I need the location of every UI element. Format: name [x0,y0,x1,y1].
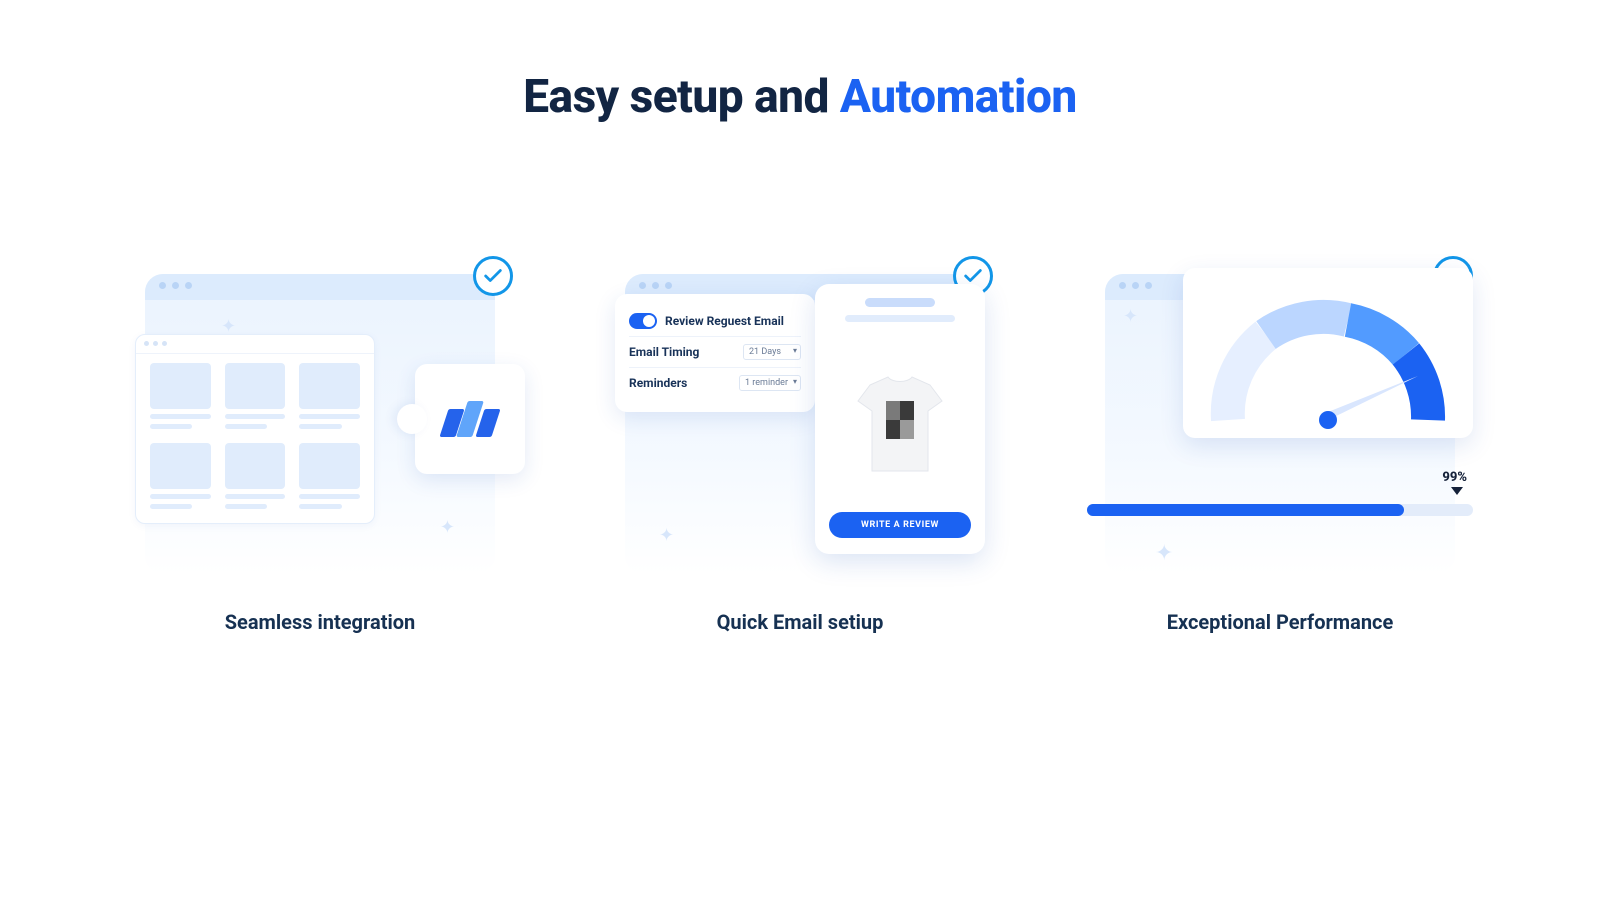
window-dots [1119,282,1152,289]
reminders-select[interactable]: 1 reminder [739,375,801,391]
window-dots [639,282,672,289]
card-seamless-integration: ✦ ✦ [135,274,505,634]
email-product-image [829,340,971,512]
headline-accent: Automation [840,70,1077,124]
write-review-button[interactable]: WRITE A REVIEW [829,512,971,538]
page-headline: Easy setup and Automation [523,70,1077,124]
headline-prefix: Easy setup and [523,70,840,124]
progress-bar: 99% [1087,494,1473,544]
card-title-integration: Seamless integration [225,610,416,634]
store-grid-window [135,334,375,524]
progress-fill [1087,504,1404,516]
setting-row-timing: Email Timing 21 Days [629,337,801,368]
card-title-email: Quick Email setiup [717,610,884,634]
email-timing-label: Email Timing [629,345,699,359]
checkmark-icon [473,256,513,296]
card-title-performance: Exceptional Performance [1167,610,1394,634]
page: Easy setup and Automation ✦ ✦ [0,0,1600,900]
integration-illustration: ✦ ✦ [145,274,495,574]
plugin-puzzle-piece [415,364,525,474]
feature-cards-row: ✦ ✦ [135,274,1465,634]
email-illustration: ✦ Review Reguest Email Email Timing 21 D [625,274,975,574]
email-preview-heading [865,298,935,307]
email-preview-subheading [845,315,955,322]
review-request-toggle-label: Review Reguest Email [665,314,784,328]
gauge-icon [1208,290,1448,430]
setting-row-toggle: Review Reguest Email [629,306,801,337]
progress-percent-label: 99% [1442,470,1467,485]
reminders-label: Reminders [629,376,687,390]
performance-illustration: ✦ ✦ [1105,274,1455,574]
tshirt-icon [850,371,950,481]
email-preview-card: WRITE A REVIEW [815,284,985,554]
card-exceptional-performance: ✦ ✦ [1095,274,1465,634]
card-quick-email-setup: ✦ Review Reguest Email Email Timing 21 D [615,274,985,634]
gauge-card [1183,268,1473,438]
review-request-toggle[interactable] [629,313,657,329]
email-timing-select[interactable]: 21 Days [743,344,801,360]
app-logo-icon [444,401,496,437]
email-settings-panel: Review Reguest Email Email Timing 21 Day… [615,294,815,412]
window-dots [159,282,192,289]
caret-down-icon [1451,487,1463,495]
setting-row-reminders: Reminders 1 reminder [629,368,801,398]
